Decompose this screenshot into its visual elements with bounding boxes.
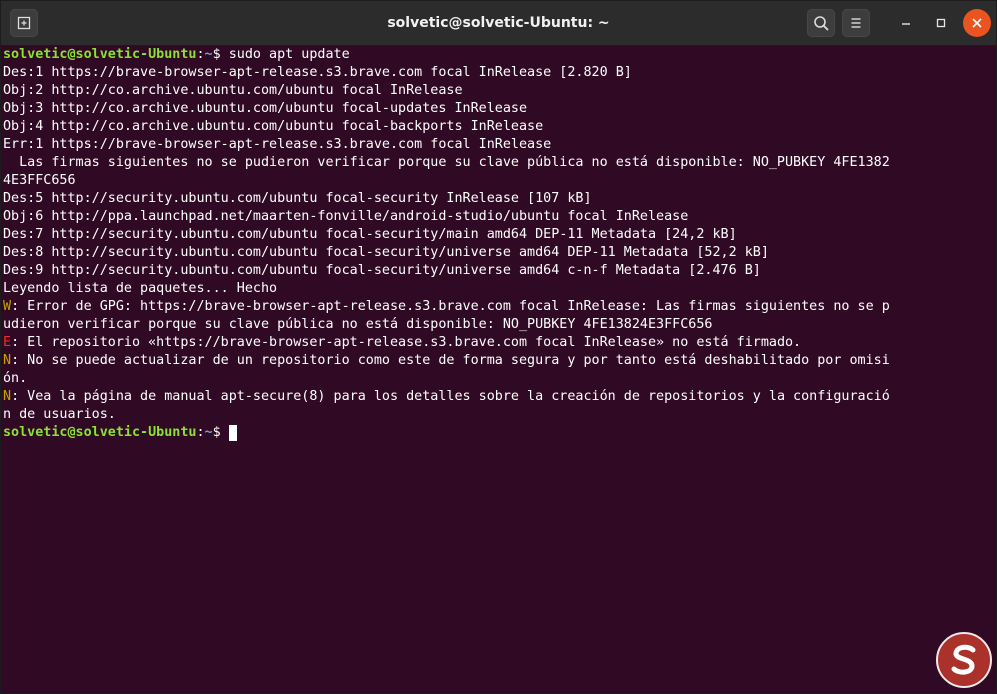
minimize-button[interactable] bbox=[892, 9, 920, 37]
output-line: Des:9 http://security.ubuntu.com/ubuntu … bbox=[3, 263, 761, 278]
error-line: E: El repositorio «https://brave-browser… bbox=[3, 334, 890, 352]
terminal-window: solvetic@solvetic-Ubuntu: ~ solvetic@sol… bbox=[0, 0, 997, 694]
minimize-icon bbox=[902, 23, 910, 25]
solvetic-logo-icon bbox=[936, 632, 992, 688]
command-text: sudo apt update bbox=[228, 47, 350, 62]
notice-line-cont: ón. bbox=[3, 371, 28, 386]
notice-flag: N bbox=[3, 353, 12, 368]
prompt-colon: : bbox=[196, 47, 205, 62]
prompt-symbol: $ bbox=[212, 425, 229, 440]
search-button[interactable] bbox=[807, 9, 835, 37]
maximize-button[interactable] bbox=[927, 9, 955, 37]
output-line: Des:8 http://security.ubuntu.com/ubuntu … bbox=[3, 245, 769, 260]
prompt-path: ~ bbox=[204, 47, 213, 62]
hamburger-menu-icon bbox=[851, 18, 861, 28]
output-line: Des:1 https://brave-browser-apt-release.… bbox=[3, 65, 632, 80]
notice-line: N: No se puede actualizar de un reposito… bbox=[3, 352, 890, 370]
notice-line-cont: n de usuarios. bbox=[3, 407, 116, 422]
warning-line-cont: udieron verificar porque su clave públic… bbox=[3, 317, 713, 332]
output-line: Obj:6 http://ppa.launchpad.net/maarten-f… bbox=[3, 209, 689, 224]
notice-line: N: Vea la página de manual apt-secure(8)… bbox=[3, 388, 890, 406]
output-line: Des:5 http://security.ubuntu.com/ubuntu … bbox=[3, 191, 592, 206]
error-text: : El repositorio «https://brave-browser-… bbox=[11, 335, 802, 350]
close-button[interactable] bbox=[963, 9, 991, 37]
output-line: Obj:4 http://co.archive.ubuntu.com/ubunt… bbox=[3, 119, 544, 134]
prompt-colon: : bbox=[196, 425, 205, 440]
prompt-symbol: $ bbox=[212, 47, 229, 62]
output-line: Des:7 http://security.ubuntu.com/ubuntu … bbox=[3, 227, 737, 242]
notice-flag: N bbox=[3, 389, 12, 404]
warning-text: : Error de GPG: https://brave-browser-ap… bbox=[11, 299, 890, 314]
prompt-user-host: solvetic@solvetic-Ubuntu bbox=[3, 425, 197, 440]
output-line: Leyendo lista de paquetes... Hecho bbox=[3, 281, 278, 296]
text-cursor bbox=[228, 425, 237, 441]
output-line: Obj:3 http://co.archive.ubuntu.com/ubunt… bbox=[3, 101, 528, 116]
output-line: 4E3FFC656 bbox=[3, 173, 76, 188]
terminal-output-area[interactable]: solvetic@solvetic-Ubuntu:~$ sudo apt upd… bbox=[3, 45, 995, 693]
search-icon bbox=[814, 16, 829, 31]
prompt-path: ~ bbox=[204, 425, 213, 440]
notice-text: : No se puede actualizar de un repositor… bbox=[11, 353, 890, 368]
output-line: Obj:2 http://co.archive.ubuntu.com/ubunt… bbox=[3, 83, 463, 98]
warning-flag: W bbox=[3, 299, 12, 314]
menu-button[interactable] bbox=[842, 9, 870, 37]
notice-text: : Vea la página de manual apt-secure(8) … bbox=[11, 389, 890, 404]
warning-line: W: Error de GPG: https://brave-browser-a… bbox=[3, 298, 890, 316]
watermark-logo bbox=[935, 631, 993, 689]
prompt-user-host: solvetic@solvetic-Ubuntu bbox=[3, 47, 197, 62]
prompt-line[interactable]: solvetic@solvetic-Ubuntu:~$ bbox=[3, 424, 890, 442]
title-bar[interactable]: solvetic@solvetic-Ubuntu: ~ bbox=[1, 1, 996, 46]
close-icon bbox=[972, 18, 982, 28]
command-line: solvetic@solvetic-Ubuntu:~$ sudo apt upd… bbox=[3, 46, 890, 64]
maximize-icon bbox=[936, 18, 946, 28]
error-flag: E bbox=[3, 335, 12, 350]
output-line: Las firmas siguientes no se pudieron ver… bbox=[3, 155, 890, 170]
output-line: Err:1 https://brave-browser-apt-release.… bbox=[3, 137, 552, 152]
